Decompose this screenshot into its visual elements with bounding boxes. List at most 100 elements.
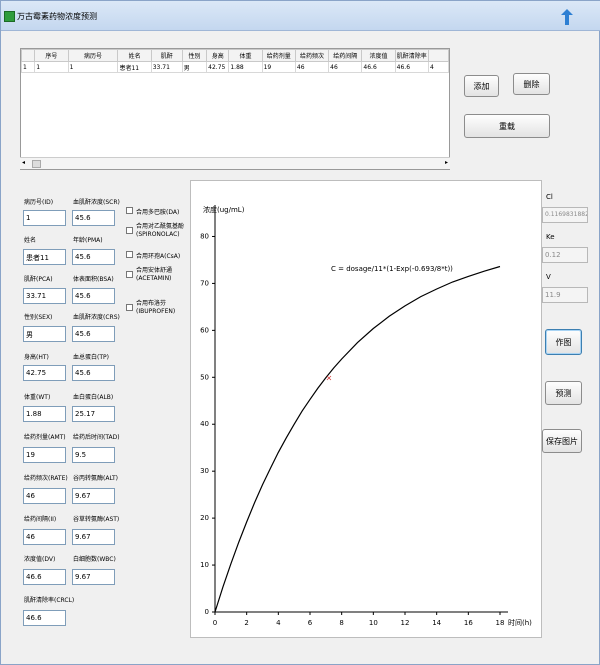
ast-input[interactable]: 9.67 — [72, 529, 115, 545]
pma-input[interactable]: 45.6 — [72, 249, 115, 265]
predict-button[interactable]: 预测 — [545, 381, 582, 405]
v-value: 11.9 — [542, 287, 588, 303]
chart-svg: 0 2 4 6 8 10 12 14 16 18 0 10 20 30 40 50 60 70 80 浓度(ug/mL… — [200, 205, 532, 627]
column-header[interactable]: 肌酐清除率 — [394, 49, 429, 62]
dv-input[interactable]: 46.6 — [23, 569, 66, 585]
column-header[interactable]: 体重 — [228, 49, 263, 62]
patient-grid[interactable]: 序号 病历号 姓名 肌酐 性别 身高 体重 给药剂量 给药频次 给药间隔 浓度值 肌酐清除率 111患… — [20, 48, 450, 170]
id-input[interactable]: 1 — [23, 210, 66, 226]
field-label-id: 病历号(ID) — [24, 199, 54, 206]
field-label-rate: 给药频次(RATE) — [24, 475, 68, 482]
y-tick-label: 30 — [200, 467, 209, 475]
bsa-input[interactable]: 45.6 — [72, 288, 115, 304]
query-button[interactable]: 重载 — [464, 114, 550, 138]
table-cell[interactable]: 42.75 — [206, 61, 230, 73]
checkbox-label-csa: 合用环孢A(CsA) — [136, 253, 181, 260]
column-header[interactable]: 给药频次 — [294, 49, 330, 62]
ke-label: Ke — [546, 233, 555, 241]
add-button[interactable]: 添加 — [464, 75, 499, 97]
column-header[interactable]: 性别 — [181, 49, 208, 62]
table-cell[interactable]: 1.88 — [228, 61, 263, 73]
alb-input[interactable]: 25.17 — [72, 406, 115, 422]
field-label-dv: 浓度值(DV) — [24, 556, 56, 563]
table-cell[interactable]: 19 — [261, 61, 296, 73]
cl-value: 0.116983188202 — [542, 207, 588, 223]
delete-button[interactable]: 删除 — [513, 73, 550, 95]
field-label-ht: 身高(HT) — [24, 354, 49, 361]
scroll-right-icon[interactable]: ▸ — [445, 159, 448, 166]
x-tick-label: 14 — [432, 619, 441, 627]
column-header[interactable]: 给药剂量 — [261, 49, 296, 62]
rate-input[interactable]: 46 — [23, 488, 66, 504]
wbc-input[interactable]: 9.67 — [72, 569, 115, 585]
field-label-alt: 谷丙转氨酶(ALT) — [73, 475, 118, 482]
column-header[interactable] — [20, 49, 36, 62]
table-cell[interactable]: 46.6 — [361, 61, 396, 73]
cl-label: Cl — [546, 193, 553, 201]
table-cell[interactable]: 患者11 — [117, 61, 152, 73]
sex-input[interactable]: 男 — [23, 326, 66, 342]
table-cell[interactable]: 1 — [20, 61, 36, 73]
table-cell[interactable]: 33.71 — [150, 61, 183, 73]
field-label-pma: 年龄(PMA) — [73, 237, 103, 244]
column-header[interactable]: 姓名 — [117, 49, 152, 62]
y-tick-label: 50 — [200, 373, 209, 381]
column-header[interactable]: 病历号 — [67, 49, 119, 62]
horizontal-scrollbar[interactable]: ◂ ▸ — [20, 157, 450, 169]
checkbox-label-da: 合用多巴胺(DA) — [136, 209, 180, 216]
field-label-crs: 血肌酐浓度(CRS) — [73, 314, 120, 321]
v-label: V — [546, 273, 551, 281]
field-label-tp: 血总蛋白(TP) — [73, 354, 109, 361]
amt-input[interactable]: 19 — [23, 447, 66, 463]
tp-input[interactable]: 45.6 — [72, 365, 115, 381]
column-header[interactable]: 浓度值 — [361, 49, 396, 62]
scroll-thumb[interactable] — [32, 160, 41, 168]
help-icon[interactable] — [561, 9, 573, 25]
x-tick-label: 0 — [213, 619, 217, 627]
x-tick-label: 2 — [244, 619, 248, 627]
checkbox-da[interactable] — [126, 207, 133, 214]
crcl-input[interactable]: 46.6 — [23, 610, 66, 626]
field-label-pca: 肌酐(PCA) — [24, 276, 53, 283]
measured-point-marker: × — [326, 373, 333, 382]
y-tick-label: 10 — [200, 561, 209, 569]
column-header[interactable]: 身高 — [206, 49, 230, 62]
field-label-ii: 给药间隔(II) — [24, 516, 57, 523]
table-cell[interactable]: 1 — [67, 61, 119, 73]
app-window: 万古霉素药物浓度预测 序号 病历号 姓名 肌酐 性别 身高 体重 给药剂量 给药频次 给药间隔 浓度… — [0, 0, 600, 665]
ht-input[interactable]: 42.75 — [23, 365, 66, 381]
column-header[interactable]: 肌酐 — [150, 49, 183, 62]
table-cell[interactable]: 男 — [181, 61, 208, 73]
scroll-left-icon[interactable]: ◂ — [22, 159, 25, 166]
y-tick-label: 60 — [200, 326, 209, 334]
table-cell[interactable]: 46 — [294, 61, 330, 73]
tad-input[interactable]: 9.5 — [72, 447, 115, 463]
field-label-alb: 血白蛋白(ALB) — [73, 394, 114, 401]
table-row[interactable]: 1 1 1 患者11 33.71 男 42.75 1.88 19 46 46 46.6 46.6 4 — [20, 61, 450, 73]
pca-input[interactable]: 33.71 — [23, 288, 66, 304]
plot-button[interactable]: 作图 — [545, 329, 582, 355]
wt-input[interactable]: 1.88 — [23, 406, 66, 422]
checkbox-csa[interactable] — [126, 251, 133, 258]
scr-input[interactable]: 45.6 — [72, 210, 115, 226]
table-cell[interactable]: 1 — [34, 61, 69, 73]
alt-input[interactable]: 9.67 — [72, 488, 115, 504]
checkbox-acetamin[interactable] — [126, 271, 133, 278]
checkbox-label-ibuprofen: 合用布洛芬(IBUPROFEN) — [136, 300, 176, 315]
ii-input[interactable]: 46 — [23, 529, 66, 545]
column-header[interactable]: 给药间隔 — [328, 49, 363, 62]
column-header[interactable] — [427, 49, 450, 62]
save-image-button[interactable]: 保存图片 — [542, 429, 582, 453]
name-input[interactable]: 患者11 — [23, 249, 66, 265]
table-cell[interactable]: 46.6 — [394, 61, 429, 73]
table-header-row: 序号 病历号 姓名 肌酐 性别 身高 体重 给药剂量 给药频次 给药间隔 浓度值 肌酐清除率 — [20, 49, 450, 62]
table-cell[interactable]: 4 — [427, 61, 450, 73]
crs-input[interactable]: 45.6 — [72, 326, 115, 342]
table-cell[interactable]: 46 — [328, 61, 363, 73]
x-tick-label: 4 — [276, 619, 281, 627]
checkbox-ibuprofen[interactable] — [126, 304, 133, 311]
concentration-curve — [214, 265, 501, 613]
y-tick-label: 0 — [205, 608, 209, 616]
checkbox-spironolac[interactable] — [126, 227, 133, 234]
column-header[interactable]: 序号 — [34, 49, 69, 62]
